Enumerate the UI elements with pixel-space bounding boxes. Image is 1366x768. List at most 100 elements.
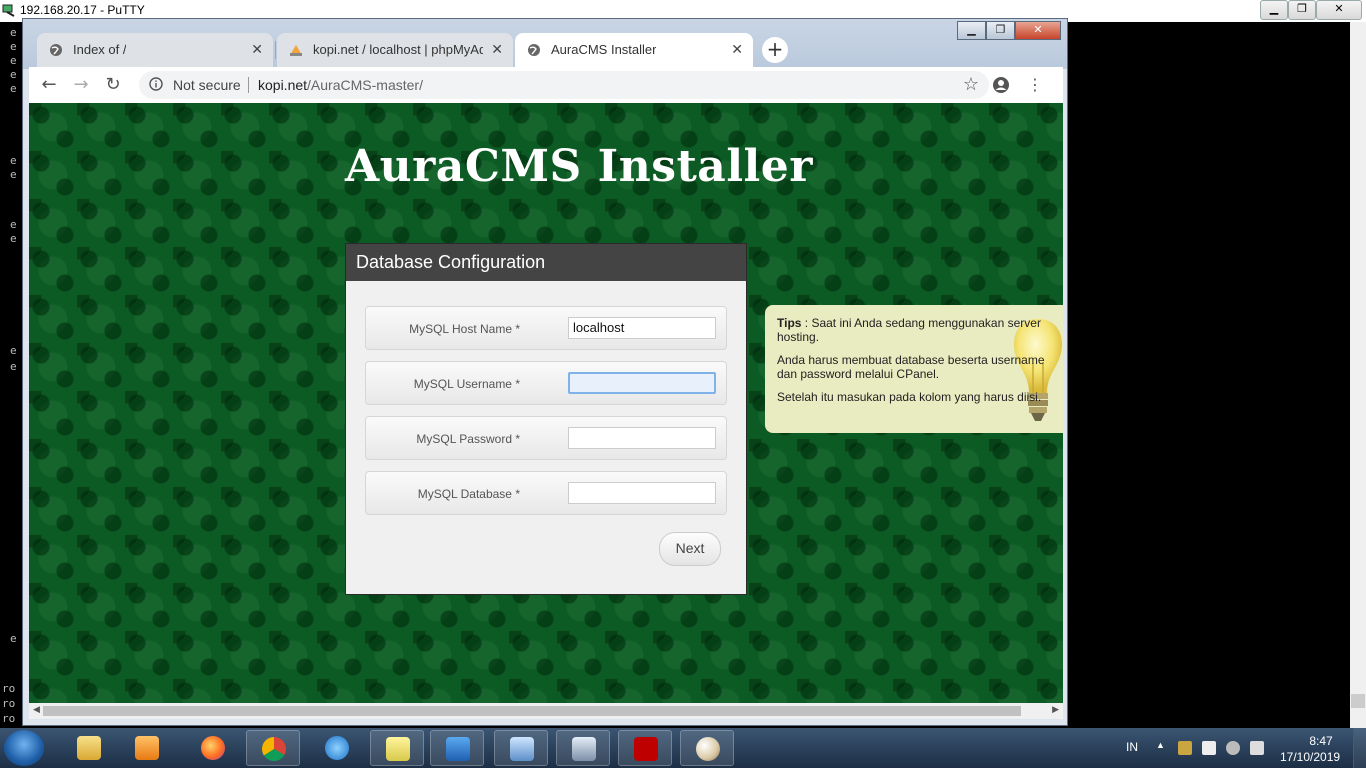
next-button[interactable]: Next (659, 532, 721, 566)
terminal-char: ro (2, 697, 16, 710)
password-input[interactable] (568, 427, 716, 449)
close-icon[interactable]: ✕ (491, 41, 503, 58)
reload-icon[interactable]: ↻ (103, 75, 123, 95)
username-input[interactable] (568, 372, 716, 394)
tips-line-2: Anda harus membuat database beserta user… (777, 353, 1045, 381)
paint-icon (696, 737, 720, 761)
database-config-panel: Database Configuration MySQL Host Name *… (345, 243, 747, 595)
network-icon[interactable] (1178, 741, 1192, 755)
taskbar-filezilla[interactable] (618, 730, 672, 766)
address-separator (248, 77, 249, 93)
url-path: /AuraCMS-master/ (307, 77, 423, 93)
url-host: kopi.net (258, 77, 308, 93)
field-row-username: MySQL Username * (365, 361, 727, 405)
database-input[interactable] (568, 482, 716, 504)
start-button[interactable] (4, 730, 44, 766)
forward-icon[interactable]: → (71, 75, 91, 95)
taskbar-notes[interactable] (370, 730, 424, 766)
clock-date[interactable]: 17/10/2019 (1280, 750, 1340, 764)
action-center-icon[interactable] (1202, 741, 1216, 755)
scroll-right-icon[interactable]: ▶ (1052, 705, 1059, 715)
menu-icon[interactable]: ⋮ (1025, 75, 1045, 95)
putty-scrollbar[interactable] (1350, 22, 1366, 728)
taskbar-outlook[interactable] (430, 730, 484, 766)
field-row-host: MySQL Host Name * localhost (365, 306, 727, 350)
terminal-char: e (10, 154, 17, 167)
tips-text: Tips : Saat ini Anda sedang menggunakan … (777, 316, 1063, 413)
outlook-icon (446, 737, 470, 761)
putty-minimize-button[interactable]: ▁ (1260, 0, 1288, 20)
ie-icon (325, 736, 349, 760)
putty-title: 192.168.20.17 - PuTTY (20, 3, 145, 17)
notes-icon (386, 737, 410, 761)
firefox-icon (201, 736, 225, 760)
taskbar-explorer[interactable] (62, 730, 116, 766)
close-icon[interactable]: ✕ (731, 41, 743, 58)
tab-label: AuraCMS Installer (551, 42, 657, 57)
taskbar-media-player[interactable] (120, 730, 174, 766)
tips-box: Tips : Saat ini Anda sedang menggunakan … (765, 305, 1063, 433)
taskbar-chrome[interactable] (246, 730, 300, 766)
bookmark-star-icon[interactable]: ☆ (963, 74, 979, 95)
putty-maximize-button[interactable]: ❐ (1288, 0, 1316, 20)
close-button[interactable]: ✕ (1015, 21, 1061, 40)
volume-icon[interactable] (1250, 741, 1264, 755)
taskbar-putty[interactable] (556, 730, 610, 766)
tab-label: kopi.net / localhost | phpMyAdm (313, 42, 483, 57)
terminal-char: e (10, 68, 17, 81)
filezilla-icon (634, 737, 658, 761)
show-hidden-icons-icon[interactable]: ▲ (1156, 740, 1165, 750)
terminal-char: e (10, 218, 17, 231)
username-label: MySQL Username * (413, 377, 520, 391)
globe-icon (50, 44, 62, 56)
address-bar[interactable]: Not secure kopi.net/AuraCMS-master/ ☆ (139, 71, 989, 99)
minimize-button[interactable]: ▁ (957, 21, 986, 40)
terminal-char: e (10, 26, 17, 39)
device-icon[interactable] (1226, 741, 1240, 755)
putty-scroll-thumb[interactable] (1351, 694, 1365, 708)
tips-heading: Tips (777, 316, 802, 330)
taskbar-ie[interactable] (310, 730, 364, 766)
horizontal-scroll-thumb[interactable] (43, 706, 1021, 716)
tab-auracms-installer[interactable]: AuraCMS Installer ✕ (515, 33, 753, 67)
tab-phpmyadmin[interactable]: kopi.net / localhost | phpMyAdm ✕ (277, 33, 513, 67)
field-row-password: MySQL Password * (365, 416, 727, 460)
system-tray: IN ▲ 8:47 17/10/2019 (1120, 728, 1366, 768)
back-icon[interactable]: ← (39, 75, 59, 95)
close-icon[interactable]: ✕ (251, 41, 263, 58)
maximize-button[interactable]: ❐ (986, 21, 1015, 40)
putty-close-button[interactable]: ✕ (1316, 0, 1362, 20)
horizontal-scrollbar[interactable]: ◀ ▶ (29, 703, 1063, 719)
host-label: MySQL Host Name * (409, 322, 520, 336)
password-label: MySQL Password * (416, 432, 520, 446)
show-desktop-button[interactable] (1353, 728, 1366, 768)
info-icon[interactable] (149, 77, 163, 91)
terminal-char: e (10, 168, 17, 181)
tips-line-1: : Saat ini Anda sedang menggunakan serve… (777, 316, 1041, 344)
taskbar-remote-desktop[interactable] (494, 730, 548, 766)
clock-time[interactable]: 8:47 (1300, 734, 1342, 748)
terminal-char: e (10, 40, 17, 53)
browser-toolbar: ← → ↻ Not secure kopi.net/AuraCMS-master… (29, 67, 1063, 103)
taskbar: IN ▲ 8:47 17/10/2019 (0, 728, 1366, 768)
scroll-left-icon[interactable]: ◀ (33, 705, 40, 715)
terminal-char: e (10, 360, 17, 373)
terminal-char: ro (2, 682, 16, 695)
tab-index-of[interactable]: Index of / ✕ (37, 33, 273, 67)
new-tab-button[interactable]: + (762, 37, 788, 63)
terminal-char: e (10, 232, 17, 245)
terminal-char: e (10, 344, 17, 357)
language-indicator[interactable]: IN (1126, 740, 1138, 754)
taskbar-firefox[interactable] (186, 730, 240, 766)
terminal-char: e (10, 54, 17, 67)
security-label: Not secure (173, 77, 241, 93)
account-icon[interactable] (991, 75, 1011, 95)
panel-title: Database Configuration (346, 244, 746, 281)
host-input[interactable]: localhost (568, 317, 716, 339)
taskbar-paint[interactable] (680, 730, 734, 766)
globe-icon (528, 44, 540, 56)
terminal-char: e (10, 632, 17, 645)
tab-separator (275, 41, 276, 59)
putty-icon (572, 737, 596, 761)
url-text[interactable]: kopi.net/AuraCMS-master/ (258, 77, 423, 93)
